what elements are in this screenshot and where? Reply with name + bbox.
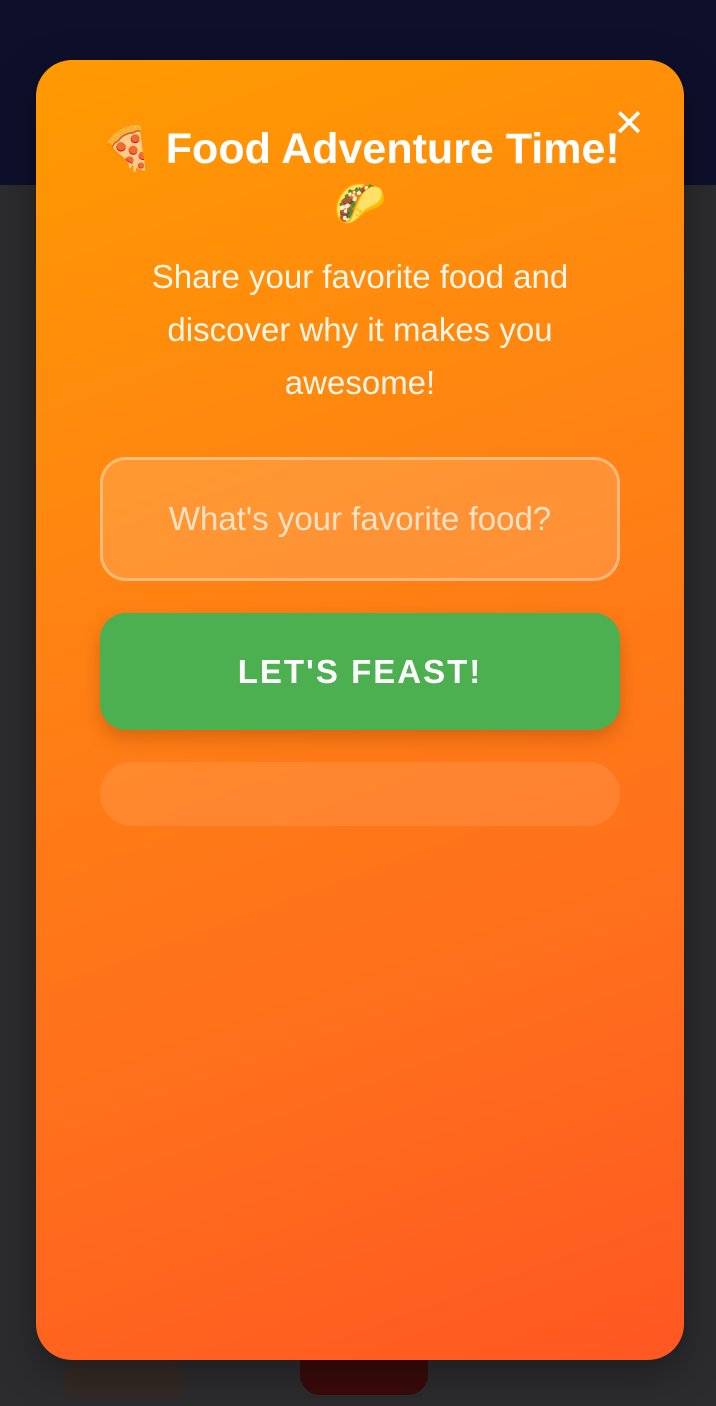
lets-feast-button[interactable]: LET'S FEAST! <box>100 613 620 730</box>
modal-subtitle: Share your favorite food and discover wh… <box>151 258 569 401</box>
modal-title: 🍕 Food Adventure Time! 🌮 <box>100 125 620 228</box>
food-adventure-modal: ✕ 🍕 Food Adventure Time! 🌮 Share your fa… <box>36 60 684 1360</box>
background-element <box>64 1360 184 1398</box>
favorite-food-input[interactable] <box>100 457 620 581</box>
result-message <box>100 762 620 826</box>
